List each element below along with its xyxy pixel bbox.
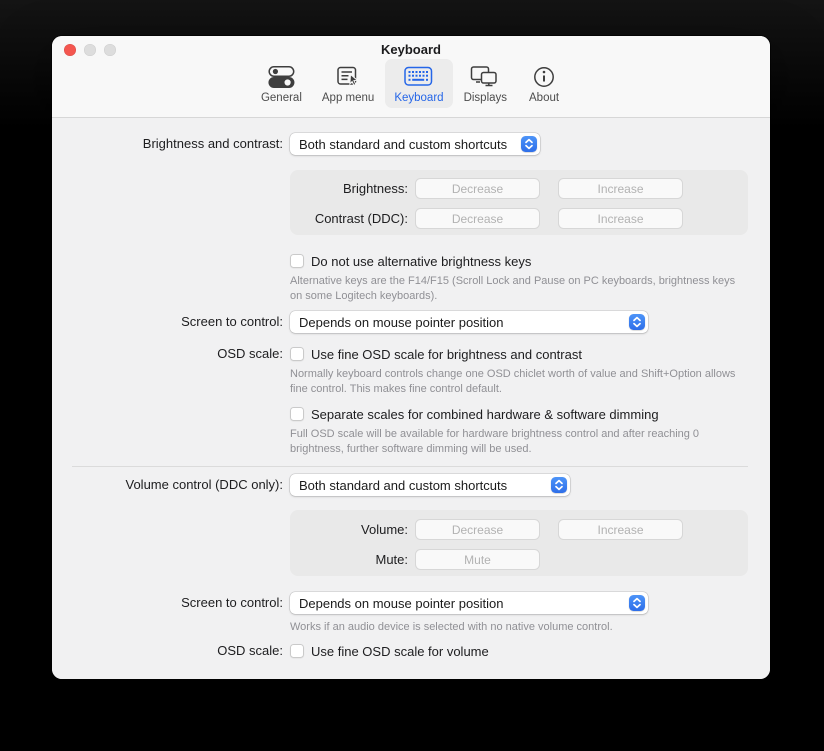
volume-screen-to-control-label: Screen to control: [52,592,283,614]
mute-button[interactable]: Mute [415,549,540,570]
tab-app-menu[interactable]: App menu [313,59,383,108]
tab-about[interactable]: About [518,59,570,108]
separate-scales-label: Separate scales for combined hardware & … [311,407,659,422]
separate-scales-row: Separate scales for combined hardware & … [290,406,659,422]
volume-control-label: Volume control (DDC only): [52,474,283,496]
info-icon [532,63,556,90]
up-down-chevron-icon [629,595,645,611]
tab-general[interactable]: General [252,59,311,108]
fine-osd-help: Normally keyboard controls change one OS… [290,367,742,396]
contrast-decrease-button[interactable]: Decrease [415,208,540,229]
tab-displays[interactable]: Displays [455,59,516,108]
screen-to-control-value: Depends on mouse pointer position [290,315,629,330]
brightness-contrast-label: Brightness and contrast: [52,133,283,155]
alt-brightness-keys-checkbox[interactable] [290,254,304,268]
keyboard-settings-pane: Brightness and contrast: Both standard a… [52,118,770,679]
app-menu-icon [336,63,361,90]
fine-osd-label: Use fine OSD scale for brightness and co… [311,347,582,362]
section-divider [72,466,748,467]
preferences-window: Keyboard General [52,36,770,679]
volume-decrease-button[interactable]: Decrease [415,519,540,540]
volume-mode-value: Both standard and custom shortcuts [290,478,551,493]
tab-about-label: About [529,92,559,104]
up-down-chevron-icon [521,136,537,152]
contrast-increase-button[interactable]: Increase [558,208,683,229]
tab-keyboard-label: Keyboard [394,92,443,104]
volume-shortcuts-box: Volume: Decrease Increase Mute: Mute [290,510,748,576]
tab-app-menu-label: App menu [322,92,374,104]
fine-osd-checkbox[interactable] [290,347,304,361]
toolbar: General App menu [52,59,770,111]
volume-increase-button[interactable]: Increase [558,519,683,540]
volume-screen-to-control-value: Depends on mouse pointer position [290,596,629,611]
fine-osd-row: Use fine OSD scale for brightness and co… [290,346,582,362]
volume-screen-to-control-dropdown[interactable]: Depends on mouse pointer position [290,592,648,614]
tab-displays-label: Displays [464,92,507,104]
osd-scale-label: OSD scale: [52,346,283,362]
separate-scales-help: Full OSD scale will be available for har… [290,427,742,456]
titlebar: Keyboard General [52,36,770,118]
brightness-mode-dropdown[interactable]: Both standard and custom shortcuts [290,133,540,155]
up-down-chevron-icon [551,477,567,493]
brightness-row-label: Brightness: [290,178,408,199]
alt-brightness-keys-label: Do not use alternative brightness keys [311,254,531,269]
volume-fine-osd-row: Use fine OSD scale for volume [290,643,489,659]
volume-osd-scale-label: OSD scale: [52,643,283,659]
tab-keyboard[interactable]: Keyboard [385,59,452,108]
volume-fine-osd-label: Use fine OSD scale for volume [311,644,489,659]
screen-to-control-label: Screen to control: [52,311,283,333]
toggles-icon [268,63,295,90]
window-title: Keyboard [52,41,770,58]
separate-scales-checkbox[interactable] [290,407,304,421]
brightness-increase-button[interactable]: Increase [558,178,683,199]
volume-fine-osd-checkbox[interactable] [290,644,304,658]
displays-icon [470,63,500,90]
up-down-chevron-icon [629,314,645,330]
brightness-decrease-button[interactable]: Decrease [415,178,540,199]
volume-row-label: Volume: [290,519,408,540]
volume-screen-help: Works if an audio device is selected wit… [290,620,742,635]
alt-brightness-keys-row: Do not use alternative brightness keys [290,253,531,269]
brightness-mode-value: Both standard and custom shortcuts [290,137,521,152]
keyboard-icon [404,63,433,90]
tab-general-label: General [261,92,302,104]
contrast-row-label: Contrast (DDC): [290,208,408,229]
screen-to-control-dropdown[interactable]: Depends on mouse pointer position [290,311,648,333]
volume-mode-dropdown[interactable]: Both standard and custom shortcuts [290,474,570,496]
mute-row-label: Mute: [290,549,408,570]
alt-brightness-keys-help: Alternative keys are the F14/F15 (Scroll… [290,274,742,303]
brightness-shortcuts-box: Brightness: Decrease Increase Contrast (… [290,170,748,235]
